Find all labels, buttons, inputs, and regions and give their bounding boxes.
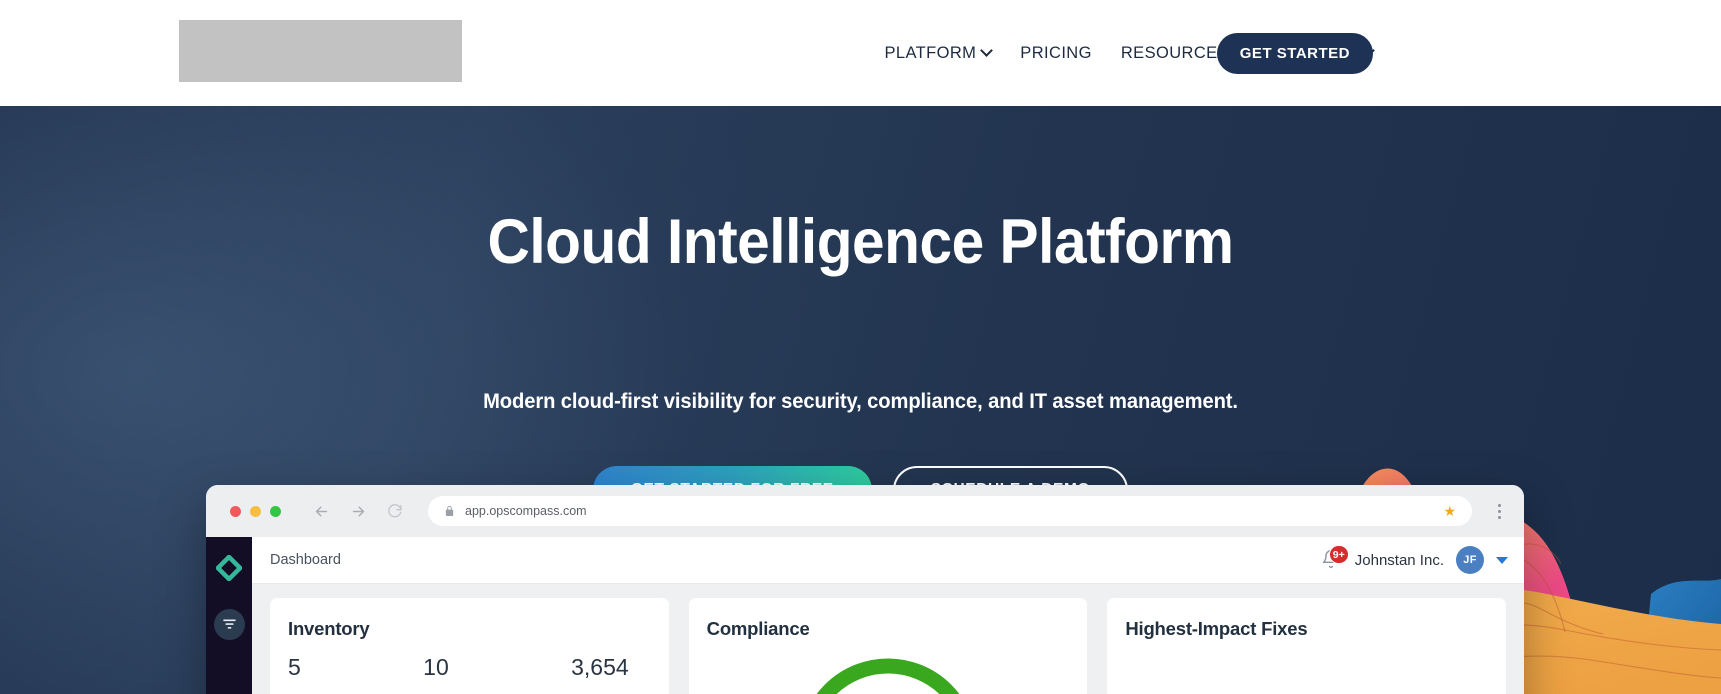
app-header-bar: Dashboard 9+ Johnstan Inc. JF xyxy=(252,537,1524,584)
app-main-area: Dashboard 9+ Johnstan Inc. JF Inventory … xyxy=(252,537,1524,694)
nav-label-platform: PLATFORM xyxy=(884,43,977,62)
nav-item-platform[interactable]: PLATFORM xyxy=(884,43,994,63)
top-navigation-bar: PLATFORM PRICING RESOURCES COMPANY GET S… xyxy=(0,0,1721,106)
browser-nav-controls xyxy=(313,503,403,520)
inventory-stat-value: 3,654 xyxy=(571,654,629,680)
chevron-down-icon[interactable] xyxy=(1496,556,1508,564)
nav-label-resources: RESOURCES xyxy=(1120,43,1229,62)
lock-icon xyxy=(444,505,455,517)
page-title: Cloud Intelligence Platform xyxy=(487,207,1234,277)
inventory-stats: 5 10 3,654 xyxy=(288,654,651,681)
nav-label-pricing: PRICING xyxy=(1020,43,1092,62)
card-title-compliance: Compliance xyxy=(706,618,810,639)
browser-mockup: app.opscompass.com ★ Dashboard 9+ Johnst… xyxy=(206,485,1524,694)
app-viewport: Dashboard 9+ Johnstan Inc. JF Inventory … xyxy=(206,537,1524,694)
app-sidebar xyxy=(206,537,252,694)
app-header-right-group: 9+ Johnstan Inc. JF xyxy=(1321,545,1508,574)
breadcrumb[interactable]: Dashboard xyxy=(270,552,341,568)
filter-icon[interactable] xyxy=(213,609,245,640)
avatar[interactable]: JF xyxy=(1456,546,1484,574)
nav-item-pricing[interactable]: PRICING xyxy=(1020,44,1092,63)
card-compliance[interactable]: Compliance xyxy=(688,598,1088,694)
card-title-inventory: Inventory xyxy=(288,618,370,639)
card-inventory[interactable]: Inventory 5 10 3,654 xyxy=(270,598,669,694)
arrow-left-icon[interactable] xyxy=(313,503,330,520)
inventory-stat-value: 5 xyxy=(288,654,301,680)
inventory-stat-value: 10 xyxy=(423,654,449,680)
dashboard-cards-row: Inventory 5 10 3,654 Compliance Highest-… xyxy=(252,584,1524,694)
opscompass-diamond-logo[interactable] xyxy=(216,555,242,581)
url-text: app.opscompass.com xyxy=(465,504,587,518)
minimize-window-button[interactable] xyxy=(250,505,261,517)
notification-badge: 9+ xyxy=(1328,545,1349,564)
compliance-gauge xyxy=(816,658,960,694)
close-window-button[interactable] xyxy=(230,505,241,517)
url-bar[interactable]: app.opscompass.com ★ xyxy=(428,496,1472,526)
hero-section: Cloud Intelligence Platform Modern cloud… xyxy=(0,106,1721,694)
window-traffic-lights xyxy=(230,505,281,517)
hero-subtitle: Modern cloud-first visibility for securi… xyxy=(483,390,1238,413)
maximize-window-button[interactable] xyxy=(270,505,281,517)
reload-icon[interactable] xyxy=(387,503,403,519)
org-name: Johnstan Inc. xyxy=(1354,551,1444,569)
kebab-menu-icon[interactable] xyxy=(1486,503,1512,519)
nav-get-started-button[interactable]: GET STARTED xyxy=(1216,33,1373,74)
browser-chrome-bar: app.opscompass.com ★ xyxy=(206,485,1524,537)
company-logo[interactable] xyxy=(179,20,462,82)
star-icon[interactable]: ★ xyxy=(1443,503,1456,520)
arrow-right-icon[interactable] xyxy=(350,503,367,520)
card-highest-impact-fixes[interactable]: Highest-Impact Fixes xyxy=(1107,598,1507,694)
bell-icon[interactable]: 9+ xyxy=(1321,545,1349,572)
chevron-down-icon xyxy=(980,43,994,57)
card-title-highest-impact-fixes: Highest-Impact Fixes xyxy=(1125,618,1308,639)
